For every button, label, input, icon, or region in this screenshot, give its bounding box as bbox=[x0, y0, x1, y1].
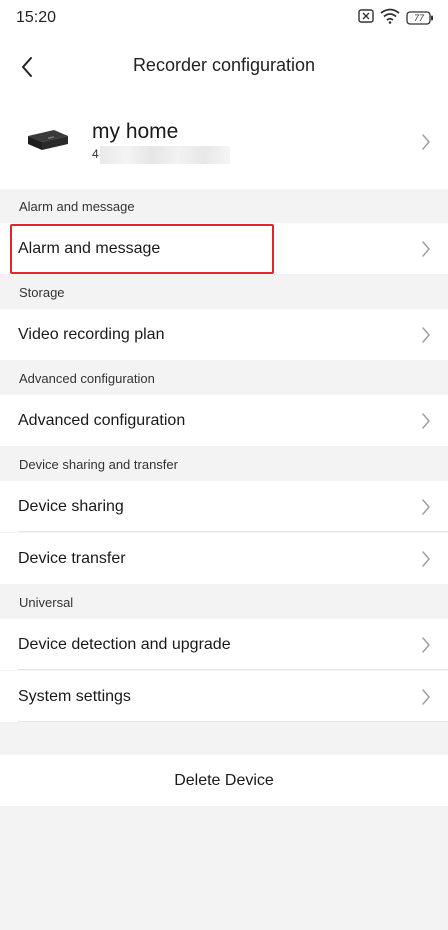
row-divider bbox=[18, 669, 448, 670]
chevron-right-icon bbox=[422, 241, 430, 257]
nav-bar: Recorder configuration bbox=[0, 36, 448, 98]
sim-off-icon bbox=[358, 8, 374, 28]
delete-device-label: Delete Device bbox=[174, 772, 274, 789]
row-device-detection-upgrade[interactable]: Device detection and upgrade bbox=[0, 619, 448, 670]
section-header-label: Storage bbox=[19, 285, 65, 300]
highlight-box bbox=[10, 224, 274, 274]
section-header-universal: Universal bbox=[0, 585, 448, 619]
chevron-right-icon bbox=[422, 327, 430, 343]
wifi-icon bbox=[380, 8, 400, 29]
chevron-right-icon bbox=[422, 134, 430, 150]
chevron-right-icon bbox=[422, 689, 430, 705]
section-header-label: Device sharing and transfer bbox=[19, 457, 178, 472]
row-video-recording-plan[interactable]: Video recording plan bbox=[0, 309, 448, 360]
row-divider bbox=[18, 721, 448, 722]
section-header-storage: Storage bbox=[0, 275, 448, 309]
battery-icon: 77 bbox=[406, 11, 434, 25]
chevron-right-icon bbox=[422, 413, 430, 429]
row-device-transfer[interactable]: Device transfer bbox=[0, 533, 448, 584]
row-label: Advanced configuration bbox=[18, 412, 186, 429]
row-system-settings[interactable]: System settings bbox=[0, 671, 448, 722]
section-header-sharing: Device sharing and transfer bbox=[0, 447, 448, 481]
row-label: System settings bbox=[18, 688, 131, 705]
status-time: 15:20 bbox=[16, 9, 57, 26]
row-divider bbox=[18, 531, 448, 532]
row-advanced-configuration[interactable]: Advanced configuration bbox=[0, 395, 448, 446]
chevron-right-icon bbox=[422, 551, 430, 567]
redacted-id bbox=[100, 146, 230, 164]
row-label: Video recording plan bbox=[18, 326, 165, 343]
row-label: Device transfer bbox=[18, 550, 126, 567]
device-card[interactable]: my home 4 bbox=[0, 98, 448, 189]
delete-device-button[interactable]: Delete Device bbox=[0, 755, 448, 806]
section-header-label: Universal bbox=[19, 595, 74, 610]
battery-level: 77 bbox=[413, 13, 424, 23]
row-label: Device sharing bbox=[18, 498, 124, 515]
chevron-right-icon bbox=[422, 637, 430, 653]
section-header-alarm: Alarm and message bbox=[0, 189, 448, 223]
status-icons: 77 bbox=[358, 8, 434, 29]
device-id: 4 bbox=[92, 147, 99, 161]
page-title: Recorder configuration bbox=[132, 55, 316, 75]
section-header-advanced: Advanced configuration bbox=[0, 361, 448, 395]
section-header-label: Advanced configuration bbox=[19, 371, 155, 386]
section-header-label: Alarm and message bbox=[19, 199, 135, 214]
row-device-sharing[interactable]: Device sharing bbox=[0, 481, 448, 532]
chevron-right-icon bbox=[422, 499, 430, 515]
row-label: Device detection and upgrade bbox=[18, 636, 231, 653]
device-name: my home bbox=[92, 120, 179, 143]
recorder-device-icon bbox=[28, 130, 68, 150]
status-bar: 15:20 77 bbox=[0, 0, 448, 36]
